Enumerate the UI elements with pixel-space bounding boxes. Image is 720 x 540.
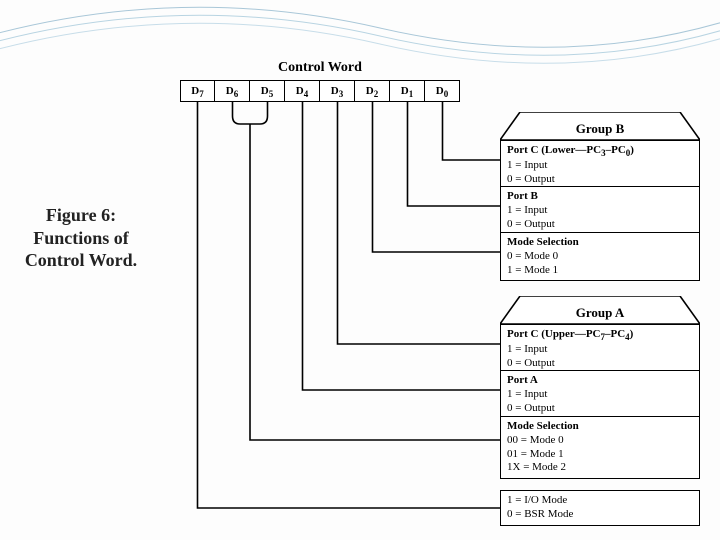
caption-line: Control Word. [25,250,137,270]
bit-d3: D3 [320,80,355,102]
figure-caption: Figure 6: Functions of Control Word. [6,204,156,272]
group-a-header: Group A [500,296,700,324]
bit-row: D7D6D5D4D3D2D1D0 [180,80,460,102]
group-a-header-label: Group A [576,305,625,320]
bit-d2: D2 [355,80,390,102]
bit-d4: D4 [285,80,320,102]
group-a-box-mode: Mode Selection00 = Mode 001 = Mode 11X =… [500,416,700,479]
group-b-header-label: Group B [576,121,625,136]
d7-mode-box: 1 = I/O Mode0 = BSR Mode [500,490,700,526]
control-word-diagram: Control Word D7D6D5D4D3D2D1D0 Group B Po… [160,60,710,530]
group-b-box-portb: Port B1 = Input0 = Output [500,186,700,235]
group-b-box-portc-lower: Port C (Lower—PC3–PC0)1 = Input0 = Outpu… [500,140,700,191]
bit-d5: D5 [250,80,285,102]
group-a-box-portc-upper: Port C (Upper—PC7–PC4)1 = Input0 = Outpu… [500,324,700,375]
bit-d6: D6 [215,80,250,102]
group-b-header: Group B [500,112,700,140]
caption-line: Figure 6: [46,205,116,225]
control-word-title: Control Word [180,60,460,76]
group-b-box-mode: Mode Selection0 = Mode 01 = Mode 1 [500,232,700,281]
bit-d0: D0 [425,80,460,102]
bit-d1: D1 [390,80,425,102]
group-a-box-porta: Port A1 = Input0 = Output [500,370,700,419]
bit-d7: D7 [180,80,215,102]
caption-line: Functions of [33,228,129,248]
